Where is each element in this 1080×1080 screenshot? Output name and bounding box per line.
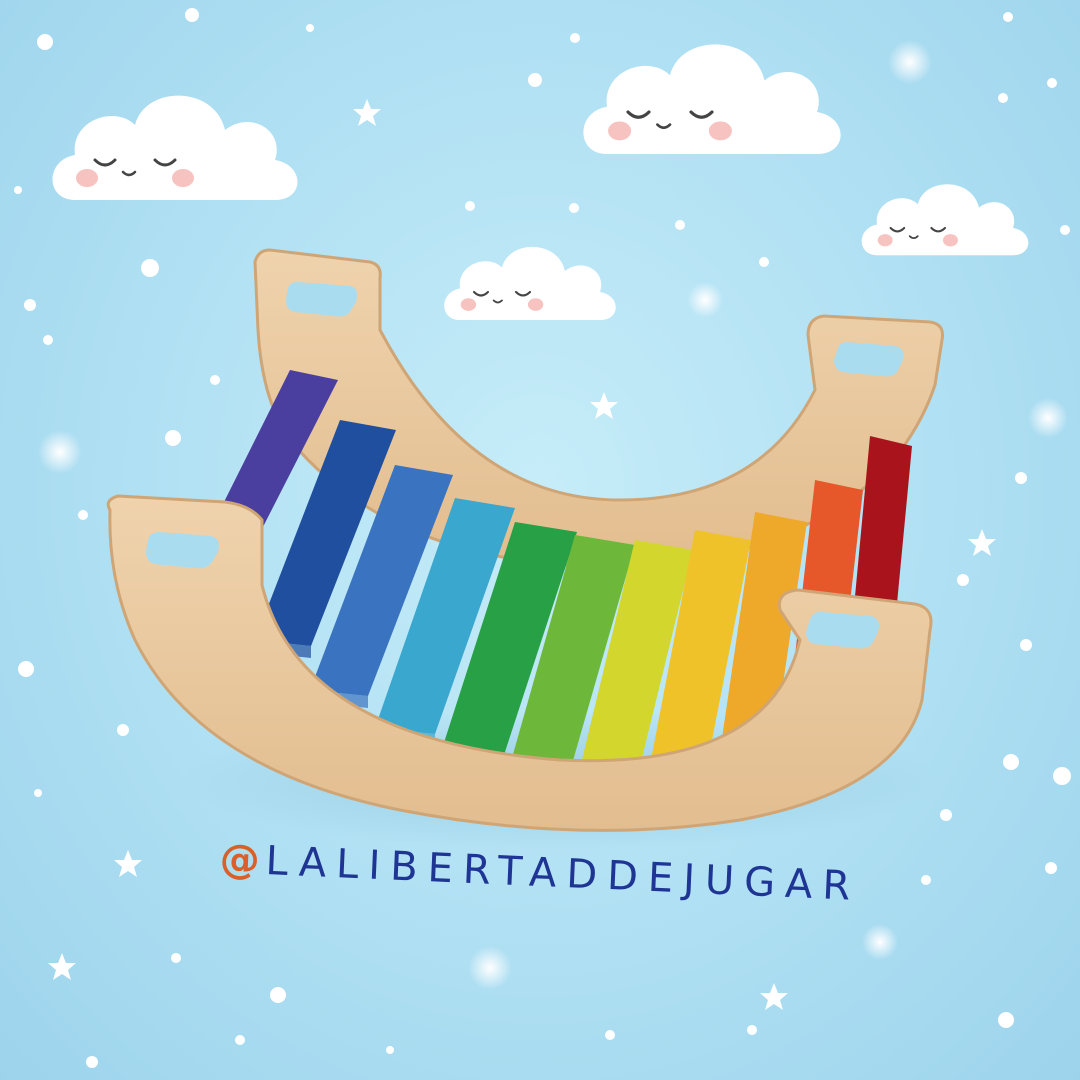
at-sign: @ [218, 836, 267, 885]
illustration-canvas: @LALIBERTADDEJUGAR [0, 0, 1080, 1080]
cloud-right-small [860, 183, 1030, 257]
scene-illustration [14, 8, 1071, 1068]
cloud-top-left [51, 94, 299, 202]
cloud-top-right [581, 42, 843, 156]
cloud-center-small [443, 245, 617, 322]
